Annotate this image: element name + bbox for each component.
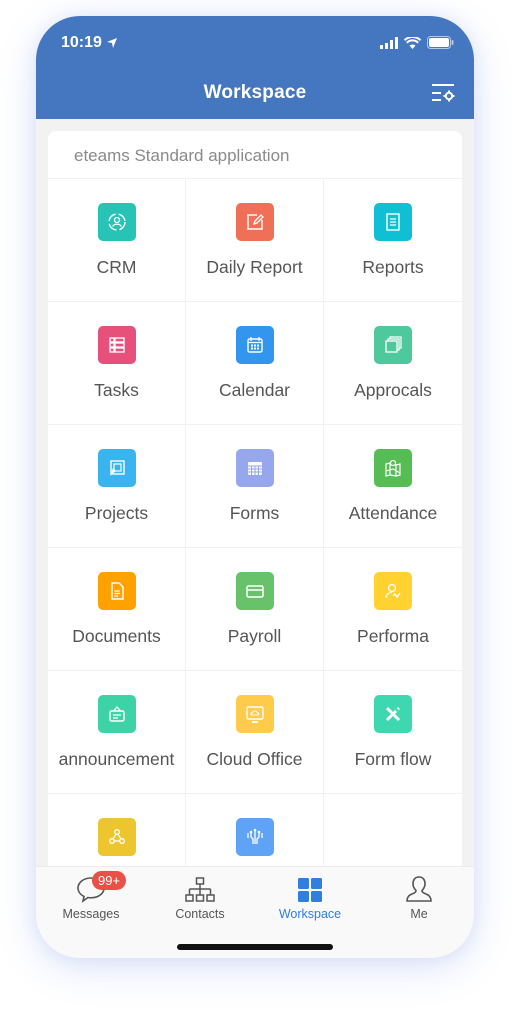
tab-label: Messages	[62, 907, 120, 921]
payroll-icon	[236, 572, 274, 610]
list-settings-button[interactable]	[432, 82, 456, 104]
network-icon	[98, 818, 136, 856]
time-text: 10:19	[61, 34, 102, 51]
battery-icon	[427, 36, 454, 49]
app-label: Cloud Office	[206, 749, 303, 769]
app-tile-calendar[interactable]: Calendar	[186, 302, 324, 425]
app-label: CRM	[96, 257, 137, 277]
app-label: Form flow	[354, 749, 432, 769]
app-label: Attendance	[348, 503, 438, 523]
form-flow-icon	[374, 695, 412, 733]
tab-label: Contacts	[175, 907, 225, 921]
app-tile-payroll[interactable]: Payroll	[186, 548, 324, 671]
home-indicator	[177, 944, 333, 950]
app-label: Daily Report	[206, 257, 303, 277]
status-time: 10:19	[61, 34, 118, 52]
app-tile-projects[interactable]: Projects	[48, 425, 186, 548]
app-tile-announcement[interactable]: announcement	[48, 671, 186, 794]
person-icon	[406, 876, 432, 902]
wifi-icon	[404, 36, 421, 49]
app-tile-attendance[interactable]: Attendance	[324, 425, 462, 548]
app-tile-tasks[interactable]: Tasks	[48, 302, 186, 425]
app-label: Documents	[72, 626, 161, 646]
cloud-office-icon	[236, 695, 274, 733]
app-tile-reports[interactable]: Reports	[324, 179, 462, 302]
section-title: eteams Standard application	[48, 131, 462, 179]
app-tile-performa[interactable]: Performa	[324, 548, 462, 671]
app-label: Calendar	[218, 380, 291, 400]
tab-me[interactable]: Me	[364, 871, 474, 921]
app-tile-forms[interactable]: Forms	[186, 425, 324, 548]
stage: 10:19 Workspace eteams Standard applicat…	[0, 0, 518, 1020]
calendar-icon	[236, 326, 274, 364]
tab-label: Workspace	[278, 907, 342, 921]
app-label: Projects	[84, 503, 149, 523]
app-label: Forms	[229, 503, 280, 523]
app-grid: CRM Daily Report Reports Tasks Calendar Appro…	[48, 179, 462, 891]
attendance-icon	[374, 449, 412, 487]
list-settings-icon	[432, 84, 455, 102]
app-header: 10:19 Workspace	[36, 16, 474, 119]
app-tile-form-flow[interactable]: Form flow	[324, 671, 462, 794]
app-label: announcement	[58, 749, 175, 769]
tab-label: Me	[410, 907, 428, 921]
tasks-icon	[98, 326, 136, 364]
location-arrow-icon	[106, 38, 117, 48]
app-panel: eteams Standard application CRM Daily Rep…	[48, 131, 462, 891]
status-icons	[380, 36, 454, 49]
app-label: Payroll	[227, 626, 282, 646]
app-label: Performa	[357, 626, 429, 646]
tab-messages[interactable]: 99+ Messages	[36, 871, 146, 921]
tab-bar: 99+ Messages Contacts Workspace Me	[36, 866, 474, 958]
flow-icon	[236, 818, 274, 856]
page-title: Workspace	[203, 82, 307, 103]
unread-badge: 99+	[92, 871, 127, 890]
tab-workspace[interactable]: Workspace	[255, 871, 365, 921]
app-label: Reports	[362, 257, 424, 277]
forms-icon	[236, 449, 274, 487]
crm-icon	[98, 203, 136, 241]
grid-icon	[298, 878, 322, 902]
app-tile-approcals[interactable]: Approcals	[324, 302, 462, 425]
org-chart-icon	[185, 877, 215, 902]
announcement-icon	[98, 695, 136, 733]
app-label: Tasks	[94, 380, 139, 400]
approvals-icon	[374, 326, 412, 364]
reports-icon	[374, 203, 412, 241]
projects-icon	[98, 449, 136, 487]
signal-icon	[380, 36, 398, 49]
app-tile-documents[interactable]: Documents	[48, 548, 186, 671]
documents-icon	[98, 572, 136, 610]
app-tile-crm[interactable]: CRM	[48, 179, 186, 302]
phone-frame: 10:19 Workspace eteams Standard applicat…	[36, 16, 474, 958]
performance-icon	[374, 572, 412, 610]
app-tile-cloud-office[interactable]: Cloud Office	[186, 671, 324, 794]
tab-contacts[interactable]: Contacts	[145, 871, 255, 921]
app-tile-daily-report[interactable]: Daily Report	[186, 179, 324, 302]
app-label: Approcals	[354, 380, 432, 400]
daily-report-icon	[236, 203, 274, 241]
